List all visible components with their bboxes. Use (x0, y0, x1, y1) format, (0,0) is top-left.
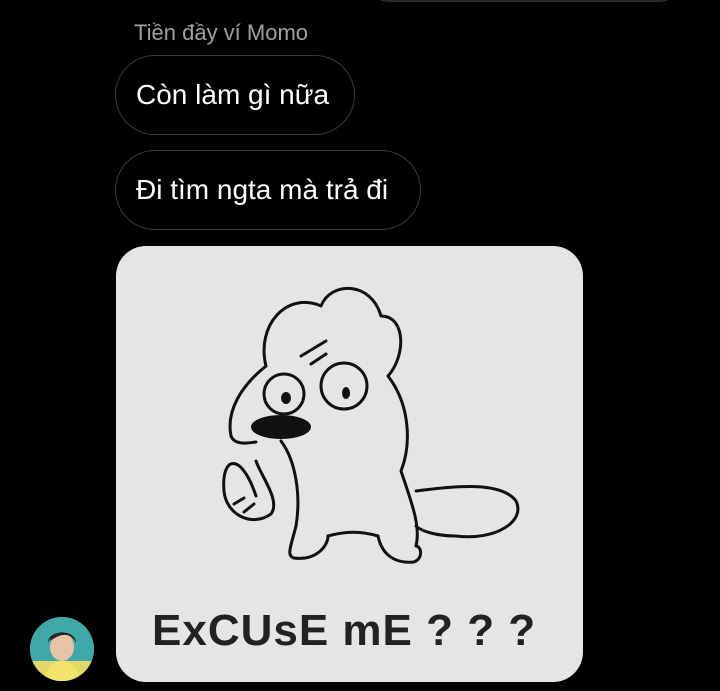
sender-avatar[interactable] (30, 617, 94, 681)
sticker-caption: ExCUsE mE ? ? ? (152, 606, 537, 655)
sticker-message[interactable]: ExCUsE mE ? ? ? (116, 246, 583, 682)
sender-name: Tiền đầy ví Momo (134, 20, 309, 45)
message-text: Còn làm gì nữa (136, 79, 330, 110)
message-bubble[interactable]: Đi tìm ngta mà trả đi (115, 150, 421, 230)
previous-message-bubble-edge[interactable] (368, 0, 680, 2)
message-bubble[interactable]: Còn làm gì nữa (115, 55, 355, 135)
profile-photo-avatar-icon (30, 617, 94, 681)
message-text: Đi tìm ngta mà trả đi (136, 174, 389, 205)
